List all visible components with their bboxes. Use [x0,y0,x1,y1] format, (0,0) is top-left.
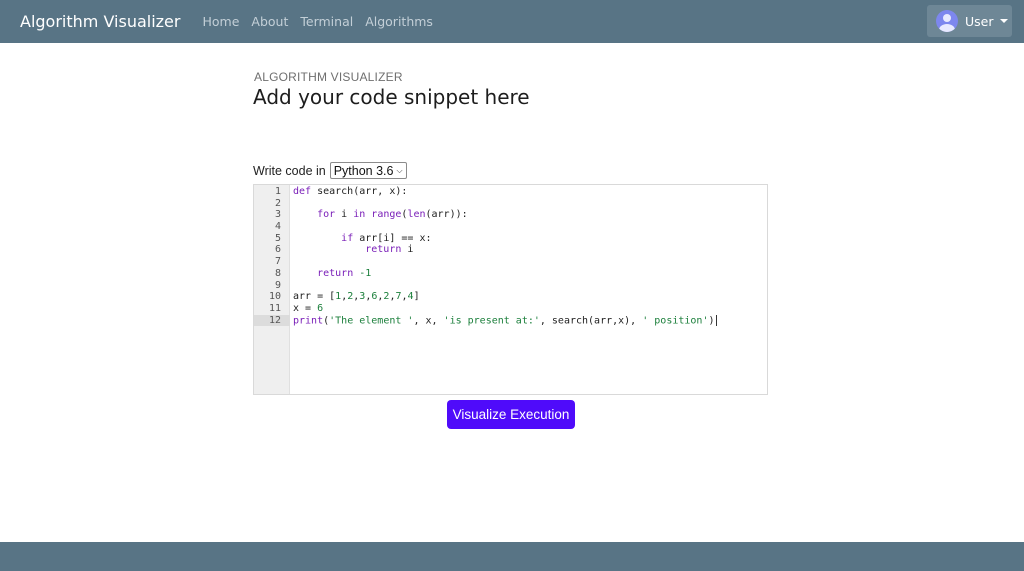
code-token: i [401,244,414,256]
chevron-down-icon: ⌵ [396,165,403,175]
brand-link[interactable]: Algorithm Visualizer [20,12,180,31]
code-line[interactable]: 9 [254,280,767,292]
code-token: return [365,244,402,256]
text-cursor [715,314,717,326]
code-token: ' position' [642,315,709,327]
code-lines: 1 def search(arr, x): 2 3 for i in range(le… [254,186,767,327]
code-token: if [341,232,354,244]
code-text: return -1 [293,268,371,280]
code-token: x = [293,302,318,314]
line-number: 10 [268,291,281,303]
code-token: ) [708,315,715,327]
code-token: 6 [317,302,324,314]
line-number: 3 [274,209,281,221]
language-label: Write code in [253,163,326,178]
code-token: for [317,209,336,221]
language-row: Write code in Python 3.6 ⌵ [253,162,407,179]
code-token: in [353,209,366,221]
line-number: 4 [274,221,281,233]
code-token: , search(arr,x), [539,315,643,327]
user-label: User [965,13,994,29]
code-token: len [407,209,426,221]
nav-link-algorithms[interactable]: Algorithms [365,14,433,29]
code-line[interactable]: 10 arr = [1,2,3,6,2,7,4] [254,291,767,303]
code-token: arr[i] == x: [353,232,432,244]
code-line[interactable]: 12 print('The element ', x, 'is present a… [254,314,767,327]
code-line[interactable]: 1 def search(arr, x): [254,186,767,198]
code-token: search(arr, x): [311,186,408,197]
page-kicker: ALGORITHM VISUALIZER [254,70,403,84]
user-avatar-icon [936,10,958,32]
code-line[interactable]: 5 if arr[i] == x: [254,233,767,245]
line-number: 5 [274,232,281,244]
code-token: return [317,267,354,279]
code-line[interactable]: 11 x = 6 [254,303,767,315]
user-menu-button[interactable]: User [927,5,1012,37]
code-line[interactable]: 7 [254,256,767,268]
code-text: def search(arr, x): [293,186,407,198]
line-number: 2 [274,197,281,209]
code-line[interactable]: 2 [254,198,767,210]
line-number: 8 [274,267,281,279]
code-text: arr = [1,2,3,6,2,7,4] [293,291,420,303]
code-text: print('The element ', x, 'is present at:… [293,314,717,327]
code-text: return i [293,244,413,256]
code-line[interactable]: 8 return -1 [254,268,767,280]
line-number: 11 [268,302,281,314]
code-token: ] [413,291,420,303]
code-line[interactable]: 3 for i in range(len(arr)): [254,209,767,221]
code-text: x = 6 [293,303,323,315]
line-number: 1 [274,186,281,197]
code-token: 'is present at:' [443,315,540,327]
code-token: range [371,209,402,221]
nav-link-terminal[interactable]: Terminal [300,14,353,29]
nav-links: Home About Terminal Algorithms [202,14,444,29]
code-text: if arr[i] == x: [293,232,432,245]
code-token: def [293,186,312,197]
code-line[interactable]: 4 [254,221,767,233]
code-token: arr = [ [293,291,336,303]
language-select[interactable]: Python 3.6 ⌵ [329,162,407,179]
line-number: 7 [274,256,281,268]
page-footer [0,542,1024,571]
code-text: for i in range(len(arr)): [293,209,468,221]
nav-link-home[interactable]: Home [202,14,239,29]
nav-link-about[interactable]: About [251,14,288,29]
code-token: i [335,209,354,221]
code-token: (arr)): [425,209,468,221]
code-token: , x, [413,315,444,327]
language-selected-value: Python 3.6 [333,163,394,178]
line-number: 6 [274,244,281,256]
code-token: 'The element ' [329,315,414,327]
top-navbar: Algorithm Visualizer Home About Terminal… [0,0,1024,43]
code-line[interactable]: 6 return i [254,244,767,256]
caret-down-icon [999,19,1008,23]
code-editor[interactable]: 1 def search(arr, x): 2 3 for i in range(le… [253,184,768,395]
visualize-execution-button[interactable]: Visualize Execution [447,400,575,429]
line-number: 12 [254,314,290,327]
line-number: 9 [274,279,281,291]
page-title: Add your code snippet here [253,85,530,109]
code-token: print [293,315,324,327]
code-token: -1 [359,267,372,279]
